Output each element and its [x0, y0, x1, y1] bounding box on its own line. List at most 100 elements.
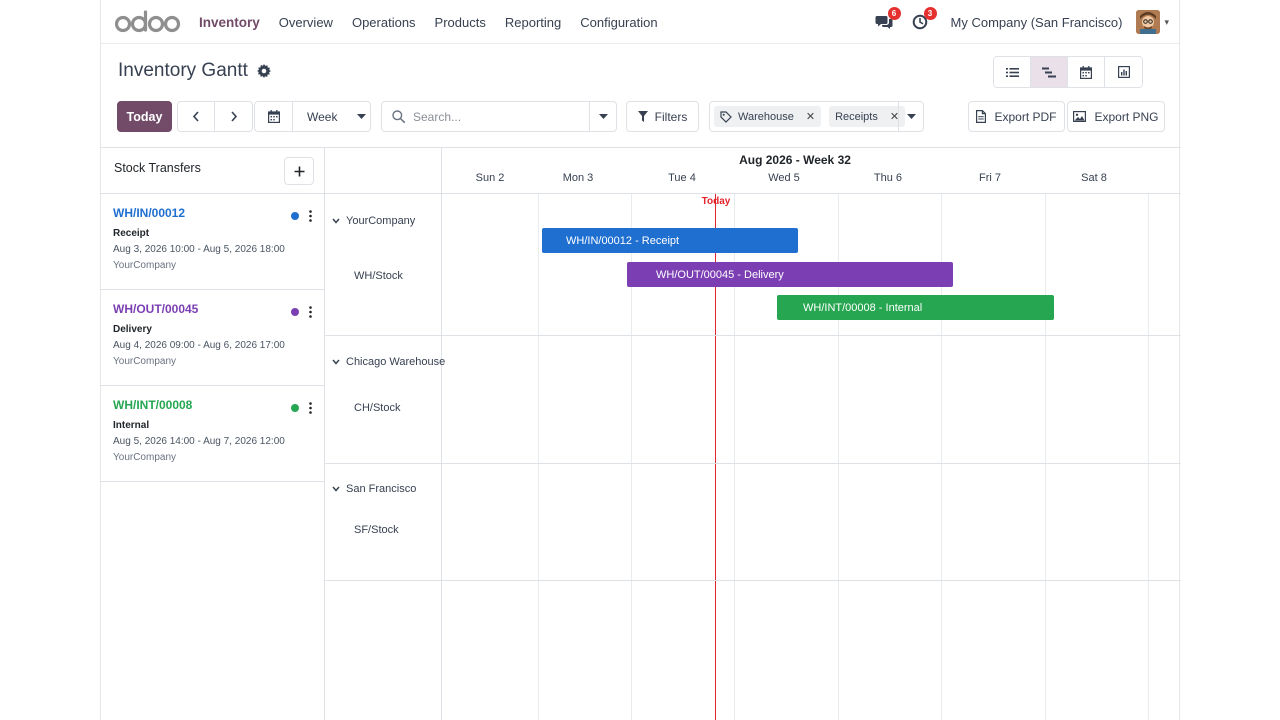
calendar-view-button[interactable] [1068, 57, 1105, 87]
menu-overview[interactable]: Overview [269, 15, 342, 30]
add-transfer-button[interactable] [284, 157, 314, 185]
list-view-button[interactable] [994, 57, 1031, 87]
caret-down-icon [357, 113, 367, 119]
gantt-header-corner [325, 148, 442, 194]
export-png-button[interactable]: Export PNG [1067, 101, 1165, 132]
messages-button[interactable]: 6 [873, 7, 901, 33]
search-options-toggle[interactable] [589, 102, 616, 131]
today-label: Today [701, 196, 731, 207]
group-row-san-francisco[interactable]: San Francisco [332, 483, 416, 495]
today-button[interactable]: Today [117, 101, 172, 132]
remove-facet-warehouse-icon[interactable]: ✕ [806, 110, 815, 123]
day-header: Wed 5 [768, 172, 800, 184]
day-header: Sat 8 [1081, 172, 1107, 184]
day-header: Mon 3 [562, 172, 594, 184]
transfer-card[interactable]: WH/IN/00012 Receipt Aug 3, 2026 10:00 - … [101, 194, 324, 290]
systray: 6 3 My Company (San Francisco) ▾ [873, 0, 1169, 44]
chevron-right-icon [230, 111, 237, 122]
chevron-down-icon [332, 359, 340, 365]
day-gridline [1045, 194, 1046, 720]
gantt-pill[interactable]: WH/OUT/00045 - Delivery [627, 262, 953, 287]
transfer-dates: Aug 3, 2026 10:00 - Aug 5, 2026 18:00 [113, 244, 285, 255]
location-label: SF/Stock [354, 524, 399, 536]
next-button[interactable] [215, 102, 252, 131]
menu-reporting[interactable]: Reporting [495, 15, 570, 30]
status-dot [291, 404, 299, 412]
kebab-menu-icon[interactable] [305, 400, 315, 416]
transfer-reference[interactable]: WH/IN/00012 [113, 206, 312, 220]
calendar-icon [1080, 65, 1092, 79]
kebab-menu-icon[interactable] [305, 208, 315, 224]
odoo-logo[interactable] [115, 9, 181, 35]
group-row-chicago[interactable]: Chicago Warehouse [332, 356, 445, 368]
main-menu: Inventory Overview Operations Products R… [199, 0, 667, 44]
group-separator [325, 580, 1181, 581]
transfer-reference[interactable]: WH/OUT/00045 [113, 302, 312, 316]
group-separator [325, 463, 1181, 464]
facet-warehouse: Warehouse ✕ [714, 106, 822, 127]
gear-icon[interactable] [256, 64, 271, 78]
filters-button[interactable]: Filters [626, 101, 699, 132]
group-name: San Francisco [346, 483, 417, 495]
scale-dropdown[interactable]: Week [293, 102, 370, 131]
top-navbar: Inventory Overview Operations Products R… [101, 0, 1181, 44]
day-gridline [538, 194, 539, 720]
gantt-period-title: Aug 2026 - Week 32 [739, 153, 851, 167]
caret-down-icon [906, 113, 916, 119]
location-label: WH/Stock [354, 270, 403, 282]
search-bar [381, 101, 617, 132]
search-icon [392, 110, 405, 123]
file-pdf-icon [976, 110, 987, 123]
transfer-card[interactable]: WH/OUT/00045 Delivery Aug 4, 2026 09:00 … [101, 290, 324, 386]
export-png-label: Export PNG [1094, 109, 1159, 124]
page-title: Inventory Gantt [118, 60, 271, 82]
filter-icon [637, 111, 648, 122]
activities-badge: 3 [923, 7, 937, 20]
chevron-down-icon[interactable]: ▾ [1164, 17, 1169, 28]
transfer-company: YourCompany [113, 356, 177, 367]
menu-operations[interactable]: Operations [342, 15, 425, 30]
chevron-left-icon [192, 111, 199, 122]
day-header: Tue 4 [668, 172, 696, 184]
transfer-dates: Aug 5, 2026 14:00 - Aug 7, 2026 12:00 [113, 436, 285, 447]
app-window: Inventory Overview Operations Products R… [100, 0, 1181, 720]
kebab-menu-icon[interactable] [305, 304, 315, 320]
chevron-down-icon [332, 486, 340, 492]
facet-receipts: Receipts ✕ [829, 106, 906, 127]
menu-products[interactable]: Products [425, 15, 495, 30]
gantt-row-labels: YourCompany WH/Stock Chicago Warehouse C… [325, 194, 445, 720]
chevron-down-icon [332, 218, 340, 224]
gantt-pill[interactable]: WH/IN/00012 - Receipt [542, 228, 798, 253]
status-dot [291, 308, 299, 316]
tag-icon [720, 110, 732, 123]
stock-transfers-sidebar: Stock Transfers WH/IN/00012 Receipt Aug … [101, 148, 325, 720]
transfer-dates: Aug 4, 2026 09:00 - Aug 6, 2026 17:00 [113, 340, 285, 351]
transfer-company: YourCompany [113, 260, 177, 271]
previous-button[interactable] [178, 102, 215, 131]
group-row-yourcompany[interactable]: YourCompany [332, 215, 415, 227]
menu-configuration[interactable]: Configuration [571, 15, 667, 30]
transfer-type: Delivery [113, 324, 152, 335]
transfer-reference[interactable]: WH/INT/00008 [113, 398, 312, 412]
export-pdf-button[interactable]: Export PDF [968, 101, 1065, 132]
group-name: YourCompany [346, 215, 416, 227]
transfer-card[interactable]: WH/INT/00008 Internal Aug 5, 2026 14:00 … [101, 386, 324, 482]
avatar-icon [1136, 10, 1161, 34]
search-input[interactable] [413, 109, 583, 124]
date-picker-button[interactable] [255, 102, 293, 131]
gantt-pill[interactable]: WH/INT/00008 - Internal [777, 295, 1054, 320]
company-switcher[interactable]: My Company (San Francisco) [951, 15, 1123, 30]
user-avatar[interactable] [1136, 10, 1161, 34]
activities-button[interactable]: 3 [909, 7, 937, 33]
gantt-view-button[interactable] [1031, 57, 1068, 87]
facets-options-toggle[interactable] [898, 102, 923, 131]
transfer-type: Internal [113, 420, 150, 431]
facet-warehouse-label: Warehouse [738, 110, 794, 123]
gantt-header: Aug 2026 - Week 32 Sun 2 Mon 3 Tue 4 Wed… [325, 148, 1181, 194]
group-name: Chicago Warehouse [346, 356, 446, 368]
location-label: CH/Stock [354, 402, 401, 414]
menu-inventory[interactable]: Inventory [199, 15, 269, 30]
gantt-icon [1042, 67, 1056, 77]
graph-view-button[interactable] [1105, 57, 1142, 87]
graph-icon [1117, 66, 1130, 78]
